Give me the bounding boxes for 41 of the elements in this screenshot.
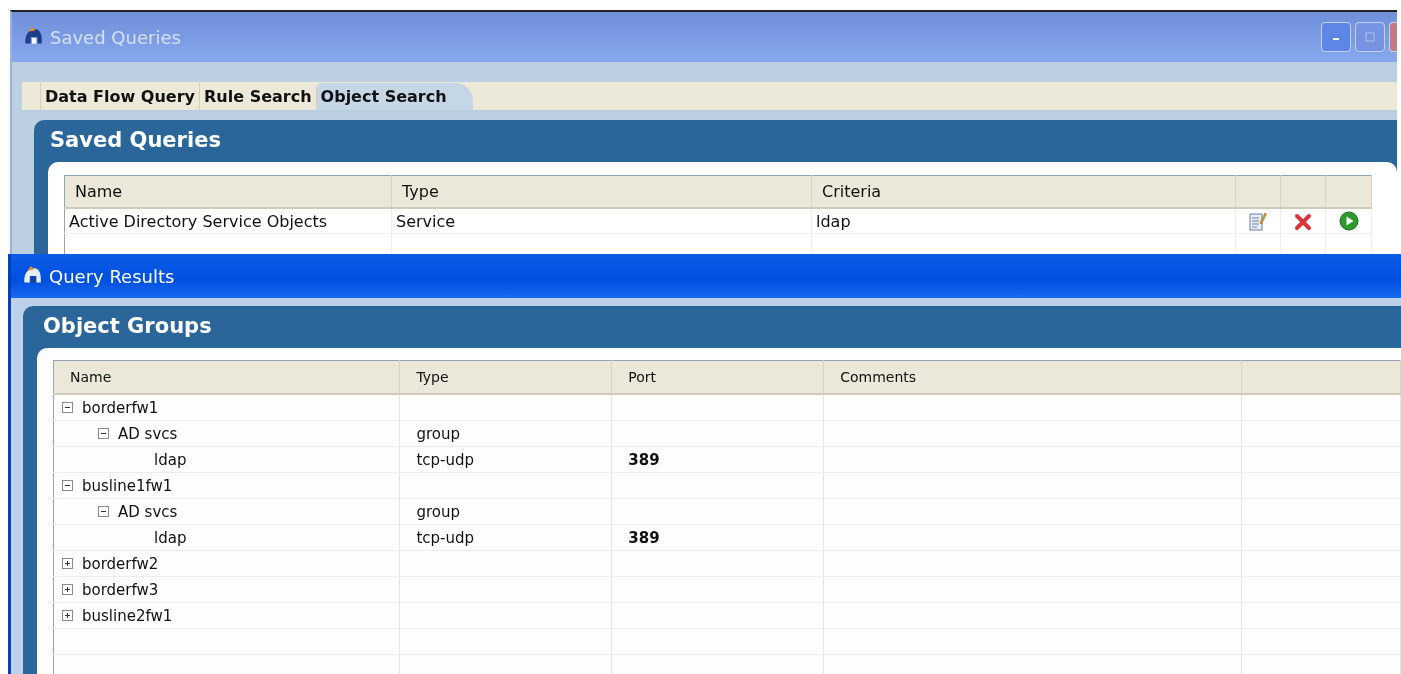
play-icon[interactable] bbox=[1338, 211, 1359, 232]
collapse-icon[interactable] bbox=[98, 506, 109, 517]
collapse-icon[interactable] bbox=[62, 402, 73, 413]
maximize-icon bbox=[1365, 32, 1375, 42]
tree-item[interactable]: ldap bbox=[154, 528, 187, 547]
tree-item[interactable]: AD svcs bbox=[118, 424, 178, 443]
window-title: Saved Queries bbox=[50, 26, 181, 48]
tree-item[interactable]: borderfw2 bbox=[82, 554, 159, 573]
tab[interactable]: Object Search bbox=[315, 83, 473, 110]
expand-icon[interactable] bbox=[62, 584, 73, 595]
table-cell: group bbox=[416, 424, 460, 443]
window-title: Query Results bbox=[49, 265, 175, 287]
table-cell: 389 bbox=[628, 450, 660, 469]
panel-title: Object Groups bbox=[42, 313, 213, 340]
tree-item[interactable]: borderfw3 bbox=[82, 580, 159, 599]
tree-item[interactable]: borderfw1 bbox=[82, 398, 159, 417]
tree-item[interactable]: AD svcs bbox=[118, 502, 178, 521]
column-header[interactable]: Criteria bbox=[811, 175, 1236, 208]
column-header[interactable]: Name bbox=[64, 175, 392, 208]
expand-icon[interactable] bbox=[62, 610, 73, 621]
edit-icon[interactable] bbox=[1249, 211, 1267, 232]
panel-title: Saved Queries bbox=[49, 127, 222, 154]
tree-item[interactable]: ldap bbox=[154, 450, 187, 469]
table-cell: 389 bbox=[628, 528, 660, 547]
collapse-icon[interactable] bbox=[62, 480, 73, 491]
column-header[interactable]: Comments bbox=[823, 360, 1242, 394]
collapse-icon[interactable] bbox=[98, 428, 109, 439]
column-header[interactable]: Type bbox=[391, 175, 812, 208]
column-header[interactable]: Name bbox=[53, 360, 400, 394]
delete-icon[interactable] bbox=[1294, 212, 1312, 231]
table-cell: Service bbox=[391, 208, 812, 234]
table-cell: tcp-udp bbox=[416, 450, 475, 469]
tree-item[interactable]: busline2fw1 bbox=[82, 606, 173, 625]
table-cell: ldap bbox=[811, 208, 1236, 234]
table-cell: Active Directory Service Objects bbox=[64, 208, 392, 234]
table-cell: group bbox=[416, 502, 460, 521]
table-cell: tcp-udp bbox=[416, 528, 475, 547]
column-header[interactable]: Type bbox=[399, 360, 612, 394]
column-header[interactable]: Port bbox=[611, 360, 824, 394]
tree-item[interactable]: busline1fw1 bbox=[82, 476, 173, 495]
expand-icon[interactable] bbox=[62, 558, 73, 569]
